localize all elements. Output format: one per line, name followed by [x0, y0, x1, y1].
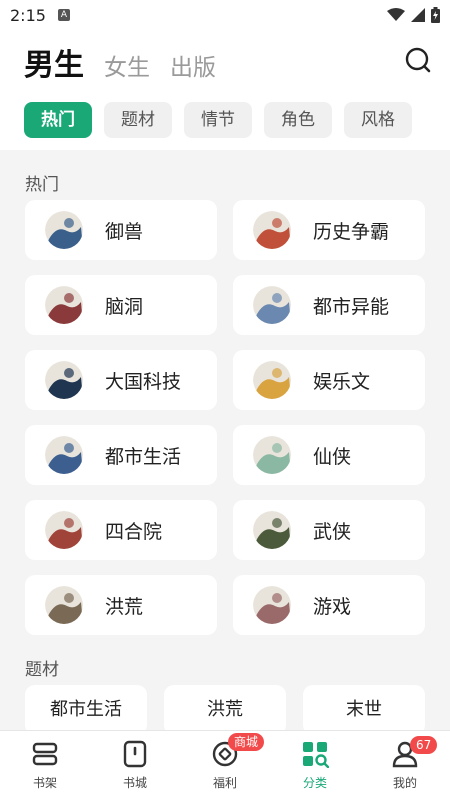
- mine-badge: 67: [410, 736, 438, 754]
- category-card[interactable]: 仙侠: [233, 425, 425, 485]
- mountain-avatar-icon: [253, 436, 291, 474]
- house-avatar-icon: [45, 511, 83, 549]
- nav-label: 分类: [302, 776, 327, 790]
- bookshelf-icon: [32, 742, 58, 766]
- status-bar: 2:15 A: [0, 0, 450, 30]
- status-icons: [387, 7, 440, 23]
- gamer-avatar-icon: [253, 586, 291, 624]
- brain-avatar-icon: [45, 286, 83, 324]
- nav-category[interactable]: 分类: [270, 731, 360, 800]
- category-label: 历史争霸: [313, 220, 390, 243]
- bottom-nav: 书架 书城 福利 商城 分类 我的 67: [0, 730, 450, 800]
- tab-publish[interactable]: 出版: [170, 48, 216, 82]
- category-card[interactable]: 御兽: [25, 200, 217, 260]
- bookstore-icon: [123, 740, 147, 768]
- nav-welfare[interactable]: 福利 商城: [180, 731, 270, 800]
- chip-style[interactable]: 风格: [344, 102, 412, 138]
- category-label: 仙侠: [313, 445, 352, 468]
- category-card[interactable]: 洪荒: [25, 575, 217, 635]
- topic-chip[interactable]: 末世: [303, 685, 425, 730]
- category-card[interactable]: 都市异能: [233, 275, 425, 335]
- tab-female[interactable]: 女生: [104, 48, 150, 82]
- nav-label: 书架: [32, 776, 57, 790]
- city-avatar-icon: [253, 286, 291, 324]
- nav-bookstore[interactable]: 书城: [90, 731, 180, 800]
- flag-avatar-icon: [253, 211, 291, 249]
- chip-role[interactable]: 角色: [264, 102, 332, 138]
- category-content[interactable]: 热门 御兽 历史争霸脑洞 都市异能大国科技 娱乐文都市生活 仙侠四合院 武侠洪荒 游戏 题材…: [0, 150, 450, 730]
- mall-badge: 商城: [228, 733, 265, 751]
- beast-avatar-icon: [45, 211, 83, 249]
- category-card[interactable]: 都市生活: [25, 425, 217, 485]
- category-label: 游戏: [313, 595, 352, 618]
- category-label: 都市生活: [105, 445, 182, 468]
- category-card[interactable]: 娱乐文: [233, 350, 425, 410]
- nav-label: 书城: [122, 776, 147, 790]
- category-label: 大国科技: [105, 370, 182, 393]
- category-card[interactable]: 脑洞: [25, 275, 217, 335]
- category-card[interactable]: 大国科技: [25, 350, 217, 410]
- category-card[interactable]: 游戏: [233, 575, 425, 635]
- nav-label: 福利: [212, 776, 237, 790]
- category-label: 都市异能: [313, 295, 390, 318]
- category-card[interactable]: 四合院: [25, 500, 217, 560]
- satellite-avatar-icon: [45, 361, 83, 399]
- topic-chip[interactable]: 洪荒: [164, 685, 286, 730]
- category-card[interactable]: 历史争霸: [233, 200, 425, 260]
- chip-hot[interactable]: 热门: [24, 102, 92, 138]
- nav-label: 我的: [392, 776, 417, 790]
- section-title-topics: 题材: [25, 660, 59, 680]
- section-title-hot: 热门: [25, 175, 59, 195]
- axe-avatar-icon: [45, 586, 83, 624]
- swordsman-avatar-icon: [253, 511, 291, 549]
- category-label: 脑洞: [105, 295, 144, 318]
- topic-chip[interactable]: 都市生活: [25, 685, 147, 730]
- search-icon[interactable]: [404, 46, 432, 74]
- nav-mine[interactable]: 我的 67: [360, 731, 450, 800]
- category-label: 娱乐文: [313, 370, 371, 393]
- category-card[interactable]: 武侠: [233, 500, 425, 560]
- category-label: 武侠: [313, 520, 352, 543]
- header: 男生 女生 出版 热门 题材 情节 角色 风格: [0, 30, 450, 150]
- tab-male[interactable]: 男生: [24, 40, 84, 84]
- category-label: 洪荒: [105, 595, 144, 618]
- category-icon: [303, 742, 329, 768]
- notification-icon: A: [57, 9, 70, 21]
- nav-bookshelf[interactable]: 书架: [0, 731, 90, 800]
- chip-plot[interactable]: 情节: [184, 102, 252, 138]
- category-label: 四合院: [105, 520, 163, 543]
- chip-topic[interactable]: 题材: [104, 102, 172, 138]
- status-time: 2:15: [10, 5, 46, 25]
- battery-icon: [431, 7, 440, 23]
- category-label: 御兽: [105, 220, 144, 243]
- wifi-icon: [387, 8, 405, 21]
- desk-avatar-icon: [45, 436, 83, 474]
- star-avatar-icon: [253, 361, 291, 399]
- gender-tabs: 男生 女生 出版: [24, 40, 216, 84]
- signal-icon: [411, 8, 425, 22]
- filter-chips: 热门 题材 情节 角色 风格: [24, 102, 412, 138]
